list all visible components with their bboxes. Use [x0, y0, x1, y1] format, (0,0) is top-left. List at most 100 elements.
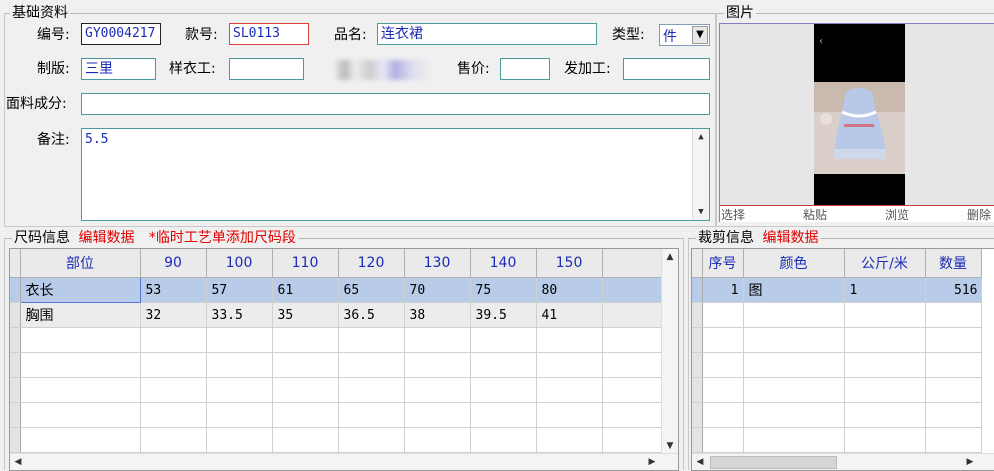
- size-note: *临时工艺单添加尺码段: [148, 230, 296, 246]
- style-no-label: 款号:: [185, 27, 218, 43]
- size-grid[interactable]: 部位 90 100 110 120 130 140 150 衣长 53 57 6…: [9, 248, 679, 471]
- table-cell[interactable]: 1: [844, 277, 926, 303]
- basic-info-legend: 基础资料: [10, 5, 70, 21]
- scroll-right-icon[interactable]: ▶: [644, 454, 660, 470]
- size-table: 部位 90 100 110 120 130 140 150 衣长 53 57 6…: [10, 249, 662, 453]
- column-header[interactable]: 130: [404, 249, 471, 278]
- scroll-thumb[interactable]: [710, 456, 837, 469]
- table-row[interactable]: [10, 427, 662, 453]
- table-row[interactable]: 1 图 1 516: [692, 277, 982, 303]
- table-cell[interactable]: 38: [404, 302, 471, 328]
- column-header[interactable]: 公斤/米: [844, 249, 926, 278]
- table-cell[interactable]: 57: [206, 277, 273, 303]
- image-legend: 图片: [724, 5, 756, 21]
- outsource-label: 发加工:: [564, 61, 611, 77]
- table-cell[interactable]: 32: [140, 302, 207, 328]
- sample-worker-label: 样衣工:: [169, 61, 216, 77]
- photo-frame: ‹ 选择 粘贴 浏览 删除: [719, 23, 994, 222]
- code-input[interactable]: GY0004217: [81, 23, 161, 45]
- table-cell[interactable]: 516: [925, 277, 982, 303]
- size-table-header: 部位 90 100 110 120 130 140 150: [10, 249, 662, 278]
- photo-action-bar: [720, 205, 994, 222]
- sample-worker-input[interactable]: [229, 58, 304, 80]
- photo-select-button[interactable]: 选择: [721, 206, 745, 223]
- photo-browse-button[interactable]: 浏览: [885, 206, 909, 223]
- table-cell[interactable]: 36.5: [338, 302, 405, 328]
- row-indicator: [692, 249, 703, 278]
- outsource-input[interactable]: [623, 58, 710, 80]
- table-cell[interactable]: 1: [702, 277, 744, 303]
- table-row[interactable]: 胸围 32 33.5 35 36.5 38 39.5 41: [10, 302, 662, 328]
- table-cell[interactable]: [602, 302, 662, 328]
- row-indicator: [10, 249, 21, 278]
- scroll-left-icon[interactable]: ◀: [10, 454, 26, 470]
- product-name-label: 品名:: [334, 27, 367, 43]
- style-no-input[interactable]: SL0113: [229, 23, 309, 45]
- cut-info-legend: 裁剪信息 编辑数据: [696, 230, 821, 246]
- column-header[interactable]: 150: [536, 249, 603, 278]
- column-header[interactable]: 数量: [925, 249, 982, 278]
- svg-text:‹: ‹: [819, 36, 823, 47]
- column-header[interactable]: 120: [338, 249, 405, 278]
- table-row[interactable]: [692, 302, 982, 328]
- price-label: 售价:: [457, 61, 490, 77]
- size-grid-hscrollbar[interactable]: ◀ ▶: [10, 453, 678, 470]
- chevron-down-icon[interactable]: ▼: [692, 26, 708, 44]
- column-header[interactable]: 100: [206, 249, 273, 278]
- remark-scrollbar[interactable]: ▲ ▼: [692, 129, 709, 220]
- column-header[interactable]: 序号: [702, 249, 744, 278]
- scroll-down-icon[interactable]: ▼: [693, 204, 709, 220]
- scroll-right-icon[interactable]: ▶: [962, 454, 978, 470]
- photo-delete-button[interactable]: 删除: [967, 206, 991, 223]
- type-label: 类型:: [612, 27, 645, 43]
- table-cell[interactable]: 53: [140, 277, 207, 303]
- code-label: 编号:: [37, 27, 70, 43]
- scroll-up-icon[interactable]: ▲: [662, 249, 678, 265]
- table-cell[interactable]: 衣长: [19, 277, 141, 303]
- table-cell[interactable]: 80: [536, 277, 603, 303]
- table-row[interactable]: [10, 352, 662, 378]
- cut-edit-link[interactable]: 编辑数据: [762, 230, 818, 246]
- table-row[interactable]: [692, 377, 982, 403]
- table-row[interactable]: [692, 427, 982, 453]
- table-cell[interactable]: 33.5: [206, 302, 273, 328]
- column-header[interactable]: 140: [470, 249, 537, 278]
- type-select[interactable]: 件 ▼: [659, 24, 710, 46]
- remark-textarea[interactable]: 5.5 ▲ ▼: [81, 128, 710, 221]
- size-grid-vscrollbar[interactable]: ▲ ▼: [661, 249, 678, 454]
- table-cell[interactable]: 胸围: [20, 302, 141, 328]
- table-cell[interactable]: 41: [536, 302, 603, 328]
- table-cell[interactable]: 75: [470, 277, 537, 303]
- pattern-maker-label: 制版:: [37, 61, 70, 77]
- table-cell[interactable]: 35: [272, 302, 339, 328]
- table-cell[interactable]: 65: [338, 277, 405, 303]
- table-row[interactable]: 衣长 53 57 61 65 70 75 80: [10, 277, 662, 303]
- scroll-down-icon[interactable]: ▼: [662, 438, 678, 454]
- table-row[interactable]: [10, 377, 662, 403]
- table-row[interactable]: [692, 352, 982, 378]
- price-input[interactable]: [500, 58, 550, 80]
- table-cell[interactable]: 39.5: [470, 302, 537, 328]
- table-cell[interactable]: 图: [743, 277, 845, 303]
- product-name-input[interactable]: 连衣裙: [377, 23, 597, 45]
- table-row[interactable]: [692, 327, 982, 353]
- scroll-up-icon[interactable]: ▲: [693, 129, 709, 145]
- cut-grid-hscrollbar[interactable]: ◀ ▶: [692, 453, 994, 470]
- table-cell[interactable]: 70: [404, 277, 471, 303]
- table-row[interactable]: [10, 327, 662, 353]
- fabric-input[interactable]: [81, 93, 710, 115]
- table-cell[interactable]: 61: [272, 277, 339, 303]
- table-row[interactable]: [10, 402, 662, 428]
- scroll-left-icon[interactable]: ◀: [692, 454, 708, 470]
- column-header[interactable]: 90: [140, 249, 207, 278]
- table-row[interactable]: [692, 402, 982, 428]
- photo-paste-button[interactable]: 粘贴: [803, 206, 827, 223]
- pattern-maker-input[interactable]: 三里: [81, 58, 156, 80]
- table-cell[interactable]: [602, 277, 662, 303]
- column-header[interactable]: 颜色: [743, 249, 845, 278]
- column-header[interactable]: 110: [272, 249, 339, 278]
- size-edit-link[interactable]: 编辑数据: [78, 230, 134, 246]
- cut-grid[interactable]: 序号 颜色 公斤/米 数量 1 图 1 516 ◀ ▶: [691, 248, 994, 471]
- remark-text: 5.5: [85, 132, 109, 147]
- column-header[interactable]: 部位: [20, 249, 141, 278]
